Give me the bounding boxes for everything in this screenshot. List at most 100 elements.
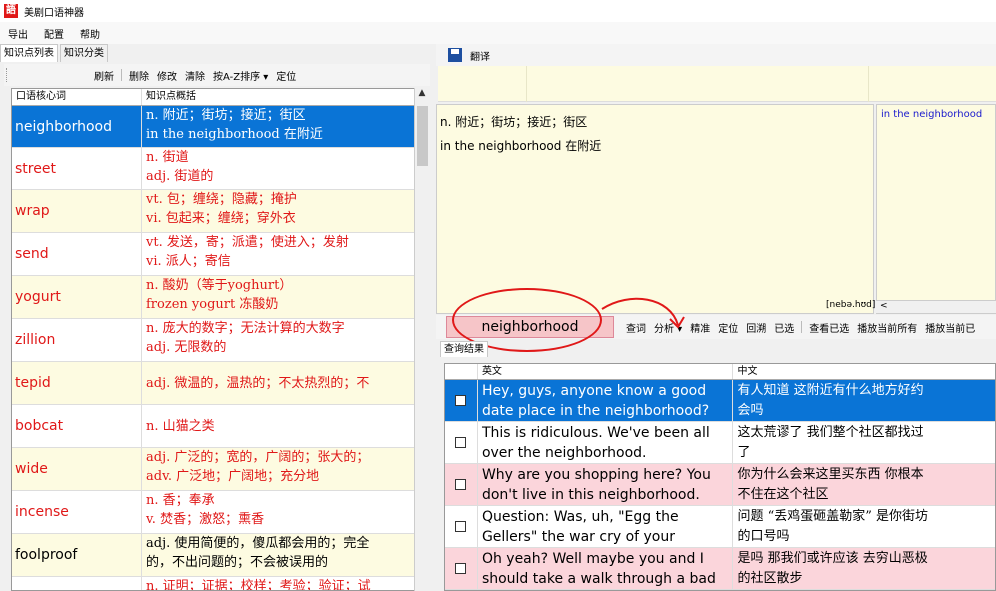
table-row[interactable]: yogurt n. 酸奶（等于yoghurt） frozen yogurt 冻酸奶: [12, 276, 428, 319]
backtrack-button[interactable]: 回溯: [742, 320, 770, 335]
row-summary: n. 附近；街坊；接近；街区 in the neighborhood 在附近: [146, 108, 323, 142]
chinese-cell: 是吗 那我们或许应该 去穷山恶极 的社区散步: [737, 551, 928, 586]
table-row[interactable]: zillion n. 庞大的数字；无法计算的大数字 adj. 无限数的: [12, 319, 428, 362]
english-cell: Hey, guys, anyone know a good date place…: [478, 380, 734, 421]
english-cell: Oh yeah? Well maybe you and I should tak…: [478, 548, 734, 589]
chinese-cell: 你为什么会来这里买东西 你根本 不住在这个社区: [737, 467, 924, 502]
definition-line: n. 附近；街坊；接近；街区: [440, 115, 588, 129]
menu-export[interactable]: 导出: [0, 26, 36, 41]
chinese-cell: 有人知道 这附近有什么地方好约 会吗: [737, 383, 924, 418]
result-header: 英文 中文: [445, 364, 995, 380]
locate-button[interactable]: 定位: [714, 320, 742, 335]
tab-query-result[interactable]: 查询结果: [440, 341, 488, 357]
result-table: 英文 中文 Hey, guys, anyone know a good date…: [444, 363, 996, 591]
definition-panel[interactable]: n. 附近；街坊；接近；街区 in the neighborhood 在附近: [436, 104, 874, 314]
app-logo-icon: 語: [4, 4, 18, 18]
table-row[interactable]: wide adj. 广泛的；宽的，广阔的；张大的； adv. 广泛地；广阔地；充分…: [12, 448, 428, 491]
phrase-panel[interactable]: in the neighborhood: [876, 104, 996, 314]
menu-config[interactable]: 配置: [36, 26, 72, 41]
row-summary: n. 香；奉承 v. 焚香；激怒；熏香: [146, 493, 265, 527]
english-cell: Why are you shopping here? You don't liv…: [478, 464, 734, 505]
annotation-arrow-icon: [601, 297, 685, 329]
scroll-thumb[interactable]: [417, 106, 428, 166]
sort-az-dropdown[interactable]: 按A-Z排序 ▾: [209, 68, 272, 83]
left-tabs: 知识点列表 知识分类: [0, 44, 110, 62]
row-summary: adj. 广泛的；宽的，广阔的；张大的； adv. 广泛地；广阔地；充分地: [146, 450, 370, 484]
column-header-english[interactable]: 英文: [478, 364, 734, 379]
row-summary: adj. 微温的，温热的；不太热烈的；不: [146, 375, 370, 391]
row-word: bobcat: [12, 405, 142, 447]
locate-button[interactable]: 定位: [272, 68, 300, 83]
result-tabs: 查询结果: [440, 341, 488, 359]
table-row[interactable]: n. 证明；证据；校样；考验；验证；试: [12, 577, 428, 590]
tab-knowledge-category[interactable]: 知识分类: [60, 44, 108, 62]
toolbar-separator: [121, 69, 122, 81]
row-word: tepid: [12, 362, 142, 404]
table-row[interactable]: bobcat n. 山猫之类: [12, 405, 428, 448]
row-summary: adj. 使用简便的，傻瓜都会用的；完全 的，不出问题的；不会被误用的: [146, 536, 370, 570]
english-cell: This is ridiculous. We've been all over …: [478, 422, 734, 463]
row-word: [12, 577, 142, 590]
window-title: 美剧口语神器: [24, 7, 84, 19]
result-row[interactable]: Hey, guys, anyone know a good date place…: [445, 380, 995, 422]
table-row[interactable]: incense n. 香；奉承 v. 焚香；激怒；熏香: [12, 491, 428, 534]
menu-help[interactable]: 帮助: [72, 26, 108, 41]
row-word: incense: [12, 491, 142, 533]
row-summary: n. 酸奶（等于yoghurt） frozen yogurt 冻酸奶: [146, 278, 293, 312]
row-checkbox[interactable]: [455, 395, 467, 406]
play-all-button[interactable]: 播放当前所有: [853, 320, 921, 335]
column-header-summary[interactable]: 知识点概括: [142, 89, 418, 105]
selected-button[interactable]: 已选: [770, 320, 798, 335]
english-cell: Question: Was, uh, "Egg the Gellers" the…: [478, 506, 734, 547]
row-checkbox[interactable]: [455, 437, 467, 448]
play-selected-button[interactable]: 播放当前已: [921, 320, 979, 335]
tab-knowledge-list[interactable]: 知识点列表: [0, 44, 58, 62]
definition-line: in the neighborhood 在附近: [440, 139, 602, 153]
menu-bar: 导出 配置 帮助: [0, 22, 996, 44]
table-row[interactable]: wrap vt. 包；缠绕；隐藏；掩护 vi. 包起来；缠绕；穿外衣: [12, 190, 428, 233]
result-row[interactable]: Oh yeah? Well maybe you and I should tak…: [445, 548, 995, 590]
save-icon[interactable]: [448, 48, 462, 62]
phonetic-label: [nebə.hʊd]: [826, 300, 876, 310]
column-header-word[interactable]: 口语核心词: [12, 89, 142, 105]
result-row[interactable]: Why are you shopping here? You don't liv…: [445, 464, 995, 506]
edit-button[interactable]: 修改: [153, 68, 181, 83]
row-word: foolproof: [12, 534, 142, 576]
precise-button[interactable]: 精准: [686, 320, 714, 335]
knowledge-table: 口语核心词 知识点概括 neighborhood n. 附近；街坊；接近；街区 i…: [11, 88, 429, 591]
translate-button[interactable]: 翻译: [470, 48, 490, 63]
row-word: zillion: [12, 319, 142, 361]
chinese-cell: 问题 “丢鸡蛋砸盖勒家” 是你街坊 的口号吗: [737, 509, 929, 544]
table-row[interactable]: send vt. 发送，寄；派遣；使进入；发射 vi. 派人；寄信: [12, 233, 428, 276]
scroll-up-icon[interactable]: ▲: [415, 88, 429, 98]
row-word: yogurt: [12, 276, 142, 318]
phrase-horizontal-scrollbar[interactable]: <: [876, 300, 996, 313]
left-vertical-scrollbar[interactable]: ▲: [414, 88, 429, 591]
chinese-cell: 这太荒谬了 我们整个社区都找过了: [737, 425, 924, 460]
table-row[interactable]: foolproof adj. 使用简便的，傻瓜都会用的；完全 的，不出问题的；不会…: [12, 534, 428, 577]
table-row[interactable]: tepid adj. 微温的，温热的；不太热烈的；不: [12, 362, 428, 405]
result-row[interactable]: This is ridiculous. We've been all over …: [445, 422, 995, 464]
right-toolbar: 翻译: [436, 44, 996, 66]
table-row[interactable]: neighborhood n. 附近；街坊；接近；街区 in the neighb…: [12, 106, 428, 148]
row-word: wide: [12, 448, 142, 490]
row-checkbox[interactable]: [455, 521, 467, 532]
refresh-button[interactable]: 刷新: [90, 68, 118, 83]
row-summary: vt. 包；缠绕；隐藏；掩护 vi. 包起来；缠绕；穿外衣: [146, 192, 297, 226]
toolbar-grip[interactable]: [6, 68, 8, 82]
translation-input-area[interactable]: [438, 66, 996, 102]
table-header: 口语核心词 知识点概括: [12, 89, 428, 106]
clear-button[interactable]: 清除: [181, 68, 209, 83]
result-row[interactable]: Question: Was, uh, "Egg the Gellers" the…: [445, 506, 995, 548]
column-header-chinese[interactable]: 中文: [733, 364, 995, 379]
row-summary: n. 庞大的数字；无法计算的大数字 adj. 无限数的: [146, 321, 345, 355]
row-checkbox[interactable]: [455, 563, 467, 574]
view-selected-button[interactable]: 查看已选: [805, 320, 853, 335]
row-summary: vt. 发送，寄；派遣；使进入；发射 vi. 派人；寄信: [146, 235, 349, 269]
row-summary: n. 街道 adj. 街道的: [146, 150, 214, 184]
table-row[interactable]: street n. 街道 adj. 街道的: [12, 148, 428, 190]
delete-button[interactable]: 删除: [125, 68, 153, 83]
row-checkbox[interactable]: [455, 479, 467, 490]
row-summary: n. 山猫之类: [146, 418, 215, 434]
row-word: neighborhood: [12, 106, 142, 147]
